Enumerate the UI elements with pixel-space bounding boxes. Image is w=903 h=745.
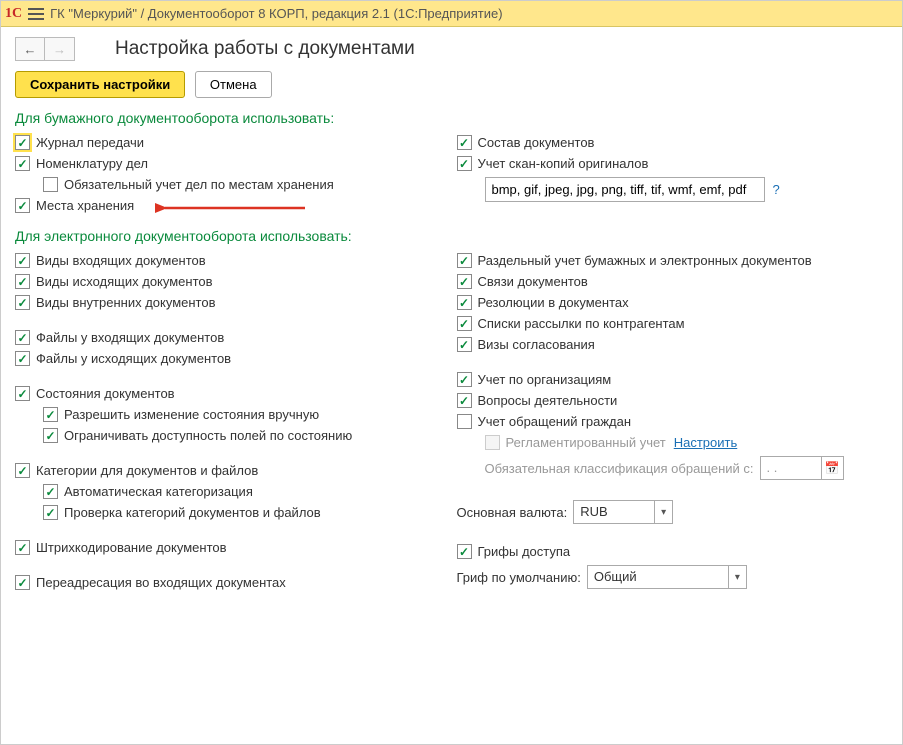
label-access-stamps: Грифы доступа — [478, 544, 571, 559]
label-categories: Категории для документов и файлов — [36, 463, 258, 478]
checkbox-redirect-incoming[interactable] — [15, 575, 30, 590]
checkbox-outgoing-types[interactable] — [15, 274, 30, 289]
label-default-stamp: Гриф по умолчанию: — [457, 570, 581, 585]
checkbox-access-stamps[interactable] — [457, 544, 472, 559]
label-auto-categorization: Автоматическая категоризация — [64, 484, 253, 499]
checkbox-mandatory-storage[interactable] — [43, 177, 58, 192]
label-restrict-by-state: Ограничивать доступность полей по состоя… — [64, 428, 352, 443]
checkbox-resolutions[interactable] — [457, 295, 472, 310]
label-doc-composition: Состав документов — [478, 135, 595, 150]
checkbox-mailing-lists[interactable] — [457, 316, 472, 331]
checkbox-outgoing-files[interactable] — [15, 351, 30, 366]
app-title: ГК "Меркурий" / Документооборот 8 КОРП, … — [50, 6, 502, 21]
checkbox-activity-questions[interactable] — [457, 393, 472, 408]
checkbox-storage-locations[interactable] — [15, 198, 30, 213]
checkbox-approval-visas[interactable] — [457, 337, 472, 352]
checkbox-regulated — [485, 435, 500, 450]
page-title: Настройка работы с документами — [115, 38, 415, 60]
label-by-org: Учет по организациям — [478, 372, 612, 387]
checkbox-categories[interactable] — [15, 463, 30, 478]
label-doc-links: Связи документов — [478, 274, 588, 289]
label-mandatory-class: Обязательная классификация обращений с: — [485, 461, 754, 476]
label-mailing-lists: Списки рассылки по контрагентам — [478, 316, 685, 331]
checkbox-scan-copies[interactable] — [457, 156, 472, 171]
label-nomenclature: Номенклатуру дел — [36, 156, 148, 171]
select-default-stamp-value: Общий — [588, 566, 728, 588]
checkbox-category-check[interactable] — [43, 505, 58, 520]
dropdown-arrow-icon[interactable]: ▾ — [728, 566, 746, 588]
save-button[interactable]: Сохранить настройки — [15, 71, 185, 98]
label-currency: Основная валюта: — [457, 505, 568, 520]
logo-1c: 1C — [5, 6, 22, 22]
label-barcoding: Штрихкодирование документов — [36, 540, 227, 555]
checkbox-citizen-appeals[interactable] — [457, 414, 472, 429]
select-currency[interactable]: RUB ▾ — [573, 500, 673, 524]
label-journal: Журнал передачи — [36, 135, 144, 150]
dropdown-arrow-icon[interactable]: ▾ — [654, 501, 672, 523]
label-mandatory-storage: Обязательный учет дел по местам хранения — [64, 177, 334, 192]
checkbox-doc-composition[interactable] — [457, 135, 472, 150]
checkbox-by-org[interactable] — [457, 372, 472, 387]
label-incoming-files: Файлы у входящих документов — [36, 330, 224, 345]
label-resolutions: Резолюции в документах — [478, 295, 629, 310]
cancel-button[interactable]: Отмена — [195, 71, 272, 98]
select-currency-value: RUB — [574, 501, 654, 523]
checkbox-incoming-files[interactable] — [15, 330, 30, 345]
menu-burger-icon[interactable] — [28, 6, 44, 22]
select-default-stamp[interactable]: Общий ▾ — [587, 565, 747, 589]
label-redirect-incoming: Переадресация во входящих документах — [36, 575, 286, 590]
checkbox-incoming-types[interactable] — [15, 253, 30, 268]
help-icon[interactable]: ? — [773, 182, 780, 197]
annotation-arrow-icon — [155, 199, 315, 217]
label-separate-accounting: Раздельный учет бумажных и электронных д… — [478, 253, 812, 268]
checkbox-journal[interactable] — [15, 135, 30, 150]
label-internal-types: Виды внутренних документов — [36, 295, 216, 310]
calendar-icon[interactable]: 📅 — [821, 457, 843, 479]
label-activity-questions: Вопросы деятельности — [478, 393, 618, 408]
scan-formats-input[interactable] — [485, 177, 765, 202]
nav-forward-button[interactable]: → — [45, 37, 75, 61]
date-value: . . — [761, 457, 821, 479]
section-electronic-header: Для электронного документооборота исполь… — [15, 228, 888, 244]
label-outgoing-files: Файлы у исходящих документов — [36, 351, 231, 366]
label-category-check: Проверка категорий документов и файлов — [64, 505, 321, 520]
label-incoming-types: Виды входящих документов — [36, 253, 206, 268]
checkbox-restrict-by-state[interactable] — [43, 428, 58, 443]
label-scan-copies: Учет скан-копий оригиналов — [478, 156, 649, 171]
label-storage-locations: Места хранения — [36, 198, 134, 213]
checkbox-doc-links[interactable] — [457, 274, 472, 289]
checkbox-nomenclature[interactable] — [15, 156, 30, 171]
checkbox-auto-categorization[interactable] — [43, 484, 58, 499]
checkbox-allow-manual-state[interactable] — [43, 407, 58, 422]
checkbox-barcoding[interactable] — [15, 540, 30, 555]
label-regulated: Регламентированный учет — [506, 435, 666, 450]
checkbox-internal-types[interactable] — [15, 295, 30, 310]
label-citizen-appeals: Учет обращений граждан — [478, 414, 632, 429]
checkbox-doc-states[interactable] — [15, 386, 30, 401]
titlebar: 1C ГК "Меркурий" / Документооборот 8 КОР… — [1, 1, 902, 27]
label-outgoing-types: Виды исходящих документов — [36, 274, 213, 289]
section-paper-header: Для бумажного документооборота использов… — [15, 110, 888, 126]
checkbox-separate-accounting[interactable] — [457, 253, 472, 268]
configure-link[interactable]: Настроить — [674, 435, 738, 450]
nav-back-button[interactable]: ← — [15, 37, 45, 61]
label-allow-manual-state: Разрешить изменение состояния вручную — [64, 407, 319, 422]
label-doc-states: Состояния документов — [36, 386, 175, 401]
label-approval-visas: Визы согласования — [478, 337, 595, 352]
date-mandatory-class[interactable]: . . 📅 — [760, 456, 844, 480]
